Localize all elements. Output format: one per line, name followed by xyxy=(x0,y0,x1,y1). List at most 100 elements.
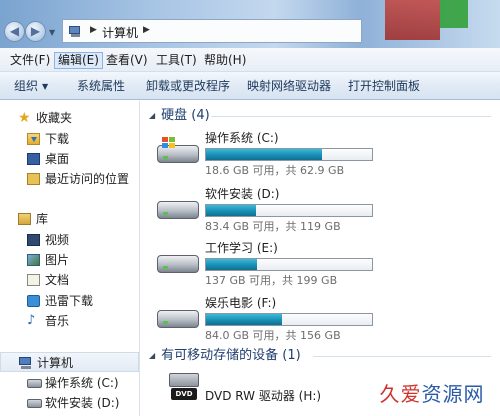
breadcrumb-chevron-icon[interactable]: ▶ xyxy=(143,25,150,35)
nav-drive-c[interactable]: 操作系统 (C:) xyxy=(0,373,139,393)
nav-videos[interactable]: 视频 xyxy=(0,230,139,250)
thunder-icon xyxy=(27,295,40,307)
dvd-badge: DVD xyxy=(171,388,197,400)
nav-computer[interactable]: 计算机 xyxy=(0,352,139,372)
address-bar[interactable]: ▶ 计算机 ▶ xyxy=(62,19,362,43)
drive-usage-fill xyxy=(206,259,258,270)
section-title: 有可移动存储的设备 (1) xyxy=(161,348,301,363)
menu-tools[interactable]: 工具(T) xyxy=(153,52,200,69)
music-note-icon: ♪ xyxy=(27,313,36,328)
section-hard-disks[interactable]: ◢ 硬盘 (4) xyxy=(149,107,210,125)
command-bar: 组织 ▼ 系统属性 卸载或更改程序 映射网络驱动器 打开控制面板 xyxy=(0,72,500,100)
section-divider xyxy=(211,116,491,117)
watermark-logo: 久爱资源网 xyxy=(368,378,496,410)
watermark-text: 资源网 xyxy=(421,382,485,406)
forward-button[interactable]: ▶ xyxy=(25,21,46,42)
hard-drive-icon xyxy=(27,379,42,388)
drive-usage-fill xyxy=(206,314,283,325)
hard-drive-icon xyxy=(157,249,199,277)
system-properties-button[interactable]: 系统属性 xyxy=(77,78,125,94)
drive-usage-bar xyxy=(205,204,373,217)
map-network-drive-button[interactable]: 映射网络驱动器 xyxy=(247,78,331,94)
drive-usage-bar xyxy=(205,258,373,271)
nav-music[interactable]: ♪ 音乐 xyxy=(0,311,139,331)
nav-downloads[interactable]: 下载 xyxy=(0,129,139,149)
star-icon: ★ xyxy=(18,110,31,126)
drive-usage-bar xyxy=(205,313,373,326)
nav-label: 视频 xyxy=(45,233,70,247)
hard-drive-icon xyxy=(157,195,199,223)
collapse-triangle-icon: ◢ xyxy=(149,351,156,360)
nav-libraries[interactable]: 库 xyxy=(0,209,139,229)
nav-desktop[interactable]: 桌面 xyxy=(0,149,139,169)
drive-free-space: 137 GB 可用，共 199 GB xyxy=(205,274,338,287)
organize-label: 组织 xyxy=(14,79,39,93)
background-decoration xyxy=(385,0,440,40)
drive-usage-fill xyxy=(206,149,323,160)
organize-button[interactable]: 组织 ▼ xyxy=(14,78,48,95)
nav-label: 迅雷下载 xyxy=(45,294,94,308)
background-decoration xyxy=(440,0,468,28)
downloads-folder-icon xyxy=(27,133,40,145)
menu-help[interactable]: 帮助(H) xyxy=(201,52,249,69)
pictures-icon xyxy=(27,254,40,266)
back-button[interactable]: ◀ xyxy=(4,21,25,42)
menu-edit[interactable]: 编辑(E) xyxy=(54,52,103,69)
nav-thunder-downloads[interactable]: 迅雷下载 xyxy=(0,291,139,311)
section-removable[interactable]: ◢ 有可移动存储的设备 (1) xyxy=(149,347,301,365)
drive-e-item[interactable]: 工作学习 (E:) 137 GB 可用，共 199 GB xyxy=(157,241,377,289)
nav-label: 收藏夹 xyxy=(36,111,73,125)
document-icon xyxy=(27,274,40,286)
nav-label: 桌面 xyxy=(45,152,70,166)
menu-file[interactable]: 文件(F) xyxy=(7,52,53,69)
drive-free-space: 84.0 GB 可用，共 156 GB xyxy=(205,329,341,342)
drive-name: DVD RW 驱动器 (H:) xyxy=(205,389,322,403)
nav-label: 软件安装 (D:) xyxy=(45,396,120,410)
content-pane: ◢ 硬盘 (4) 操作系统 (C:) 18.6 GB 可用，共 62.9 GB 软… xyxy=(141,101,500,416)
watermark-text: 久爱 xyxy=(379,382,422,406)
nav-label: 计算机 xyxy=(37,356,74,370)
section-divider xyxy=(313,356,491,357)
recent-pages-dropdown[interactable]: ▼ xyxy=(49,28,55,37)
nav-label: 文档 xyxy=(45,273,70,287)
drive-name: 工作学习 (E:) xyxy=(205,241,278,255)
section-title: 硬盘 (4) xyxy=(161,108,210,123)
drive-name: 娱乐电影 (F:) xyxy=(205,296,277,310)
drive-f-item[interactable]: 娱乐电影 (F:) 84.0 GB 可用，共 156 GB xyxy=(157,296,377,344)
nav-label: 库 xyxy=(36,212,49,226)
breadcrumb-chevron-icon[interactable]: ▶ xyxy=(90,25,97,35)
menu-view[interactable]: 查看(V) xyxy=(103,52,151,69)
drive-free-space: 83.4 GB 可用，共 119 GB xyxy=(205,220,341,233)
computer-icon xyxy=(19,357,33,369)
nav-label: 最近访问的位置 xyxy=(45,172,130,186)
nav-pictures[interactable]: 图片 xyxy=(0,250,139,270)
nav-label: 操作系统 (C:) xyxy=(45,376,119,390)
open-control-panel-button[interactable]: 打开控制面板 xyxy=(348,78,420,94)
nav-recent-places[interactable]: 最近访问的位置 xyxy=(0,169,139,189)
dvd-drive-icon: DVD xyxy=(169,373,199,405)
drive-d-item[interactable]: 软件安装 (D:) 83.4 GB 可用，共 119 GB xyxy=(157,187,377,235)
nav-drive-d[interactable]: 软件安装 (D:) xyxy=(0,393,139,413)
breadcrumb-computer[interactable]: 计算机 xyxy=(102,24,138,41)
library-icon xyxy=(18,213,31,225)
uninstall-program-button[interactable]: 卸载或更改程序 xyxy=(146,78,230,94)
arrow-right-icon: ▶ xyxy=(30,24,41,38)
nav-label: 图片 xyxy=(45,253,70,267)
hard-drive-icon xyxy=(27,399,42,408)
nav-favorites[interactable]: ★ 收藏夹 xyxy=(0,108,139,128)
menu-bar: 文件(F) 编辑(E) 查看(V) 工具(T) 帮助(H) xyxy=(0,48,500,72)
chevron-down-icon: ▼ xyxy=(42,82,49,91)
drive-c-item[interactable]: 操作系统 (C:) 18.6 GB 可用，共 62.9 GB xyxy=(157,131,377,179)
video-icon xyxy=(27,234,40,246)
arrow-left-icon: ◀ xyxy=(9,24,20,38)
recent-places-icon xyxy=(27,173,40,185)
nav-label: 下载 xyxy=(45,132,70,146)
nav-documents[interactable]: 文档 xyxy=(0,270,139,290)
hard-drive-icon xyxy=(157,304,199,332)
drive-name: 软件安装 (D:) xyxy=(205,187,280,201)
drive-name: 操作系统 (C:) xyxy=(205,131,279,145)
drive-usage-fill xyxy=(206,205,256,216)
title-bar: ◀ ▶ ▼ ▶ 计算机 ▶ xyxy=(0,0,500,48)
windows-drive-icon xyxy=(157,137,199,167)
computer-icon xyxy=(69,26,83,37)
